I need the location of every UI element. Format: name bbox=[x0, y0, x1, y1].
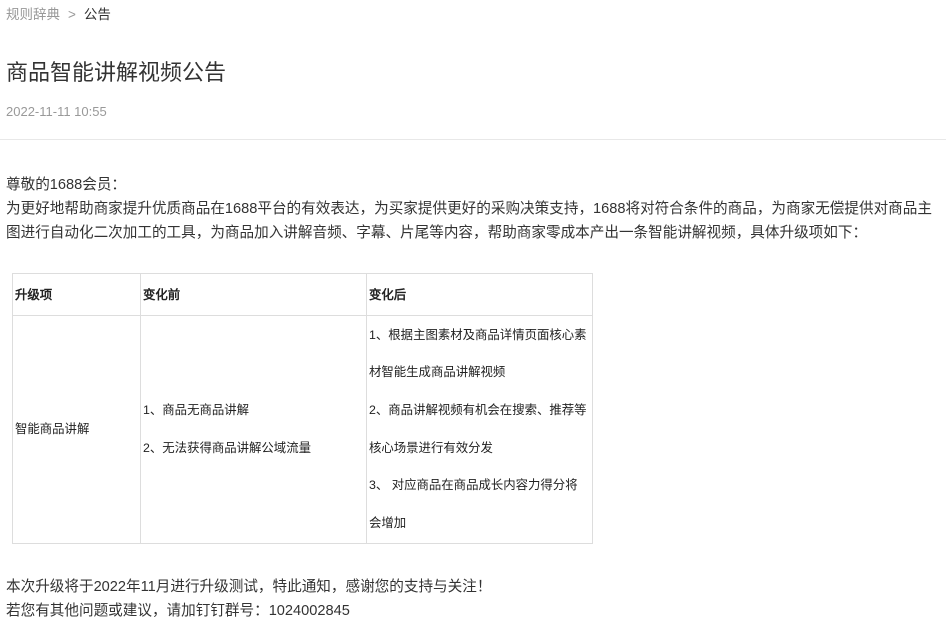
after-item: 3、 对应商品在商品成长内容力得分将 会增加 bbox=[369, 467, 590, 542]
breadcrumb: 规则辞典 > 公告 bbox=[0, 0, 952, 30]
table-header: 升级项 变化前 变化后 bbox=[12, 273, 593, 316]
closing-notes: 本次升级将于2022年11月进行升级测试，特此通知，感谢您的支持与关注！ 若您有… bbox=[6, 575, 952, 623]
breadcrumb-separator: > bbox=[68, 7, 76, 22]
after-item: 2、商品讲解视频有机会在搜索、推荐等 核心场景进行有效分发 bbox=[369, 392, 590, 467]
page-title: 商品智能讲解视频公告 bbox=[6, 60, 227, 85]
after-item-line: 3、 对应商品在商品成长内容力得分将 bbox=[369, 478, 578, 493]
closing-line: 本次升级将于2022年11月进行升级测试，特此通知，感谢您的支持与关注！ bbox=[6, 579, 492, 595]
before-item: 1、商品无商品讲解 bbox=[143, 402, 250, 417]
breadcrumb-item-rules-dictionary[interactable]: 规则辞典 bbox=[6, 7, 60, 22]
after-item-line: 核心场景进行有效分发 bbox=[369, 440, 493, 455]
cell-before-change: 1、商品无商品讲解 2、无法获得商品讲解公域流量 bbox=[140, 315, 367, 544]
intro-line: 图进行自动化二次加工的工具，为商品加入讲解音频、字幕、片尾等内容，帮助商家零成本… bbox=[6, 225, 868, 241]
after-item-line: 2、商品讲解视频有机会在搜索、推荐等 bbox=[369, 402, 587, 417]
divider bbox=[0, 139, 946, 140]
table-body: 智能商品讲解 1、商品无商品讲解 2、无法获得商品讲解公域流量 1、根据主图素材… bbox=[12, 315, 593, 544]
breadcrumb-item-announcements[interactable]: 公告 bbox=[84, 7, 111, 22]
column-header-after-change: 变化后 bbox=[366, 273, 593, 316]
closing-line-contact: 若您有其他问题或建议，请加钉钉群号：1024002845 bbox=[6, 603, 350, 619]
greeting: 尊敬的1688会员： bbox=[6, 177, 127, 193]
article-body: 尊敬的1688会员： 为更好地帮助商家提升优质商品在1688平台的有效表达，为买… bbox=[0, 173, 952, 623]
publish-date: 2022-11-11 10:55 bbox=[6, 104, 107, 119]
before-item: 2、无法获得商品讲解公域流量 bbox=[143, 440, 311, 455]
column-header-before-change: 变化前 bbox=[140, 273, 367, 316]
after-item-line: 1、根据主图素材及商品详情页面核心素 bbox=[369, 327, 587, 342]
after-item: 1、根据主图素材及商品详情页面核心素 材智能生成商品讲解视频 bbox=[369, 317, 590, 392]
table-header-row: 升级项 变化前 变化后 bbox=[12, 273, 593, 316]
table-row: 智能商品讲解 1、商品无商品讲解 2、无法获得商品讲解公域流量 1、根据主图素材… bbox=[12, 315, 593, 544]
page: 规则辞典 > 公告 商品智能讲解视频公告 2022-11-11 10:55 尊敬的1… bbox=[0, 0, 952, 629]
after-item-line: 材智能生成商品讲解视频 bbox=[369, 365, 506, 380]
after-item-line: 会增加 bbox=[369, 515, 407, 530]
cell-after-change: 1、根据主图素材及商品详情页面核心素 材智能生成商品讲解视频 2、商品讲解视频有… bbox=[366, 315, 593, 544]
column-header-upgrade-item: 升级项 bbox=[12, 273, 141, 316]
upgrade-table: 升级项 变化前 变化后 智能商品讲解 1、商品无商品讲解 2、无法获得商品讲解公… bbox=[12, 273, 593, 544]
intro-line: 为更好地帮助商家提升优质商品在1688平台的有效表达，为买家提供更好的采购决策支… bbox=[6, 201, 932, 217]
cell-upgrade-item: 智能商品讲解 bbox=[12, 315, 141, 544]
